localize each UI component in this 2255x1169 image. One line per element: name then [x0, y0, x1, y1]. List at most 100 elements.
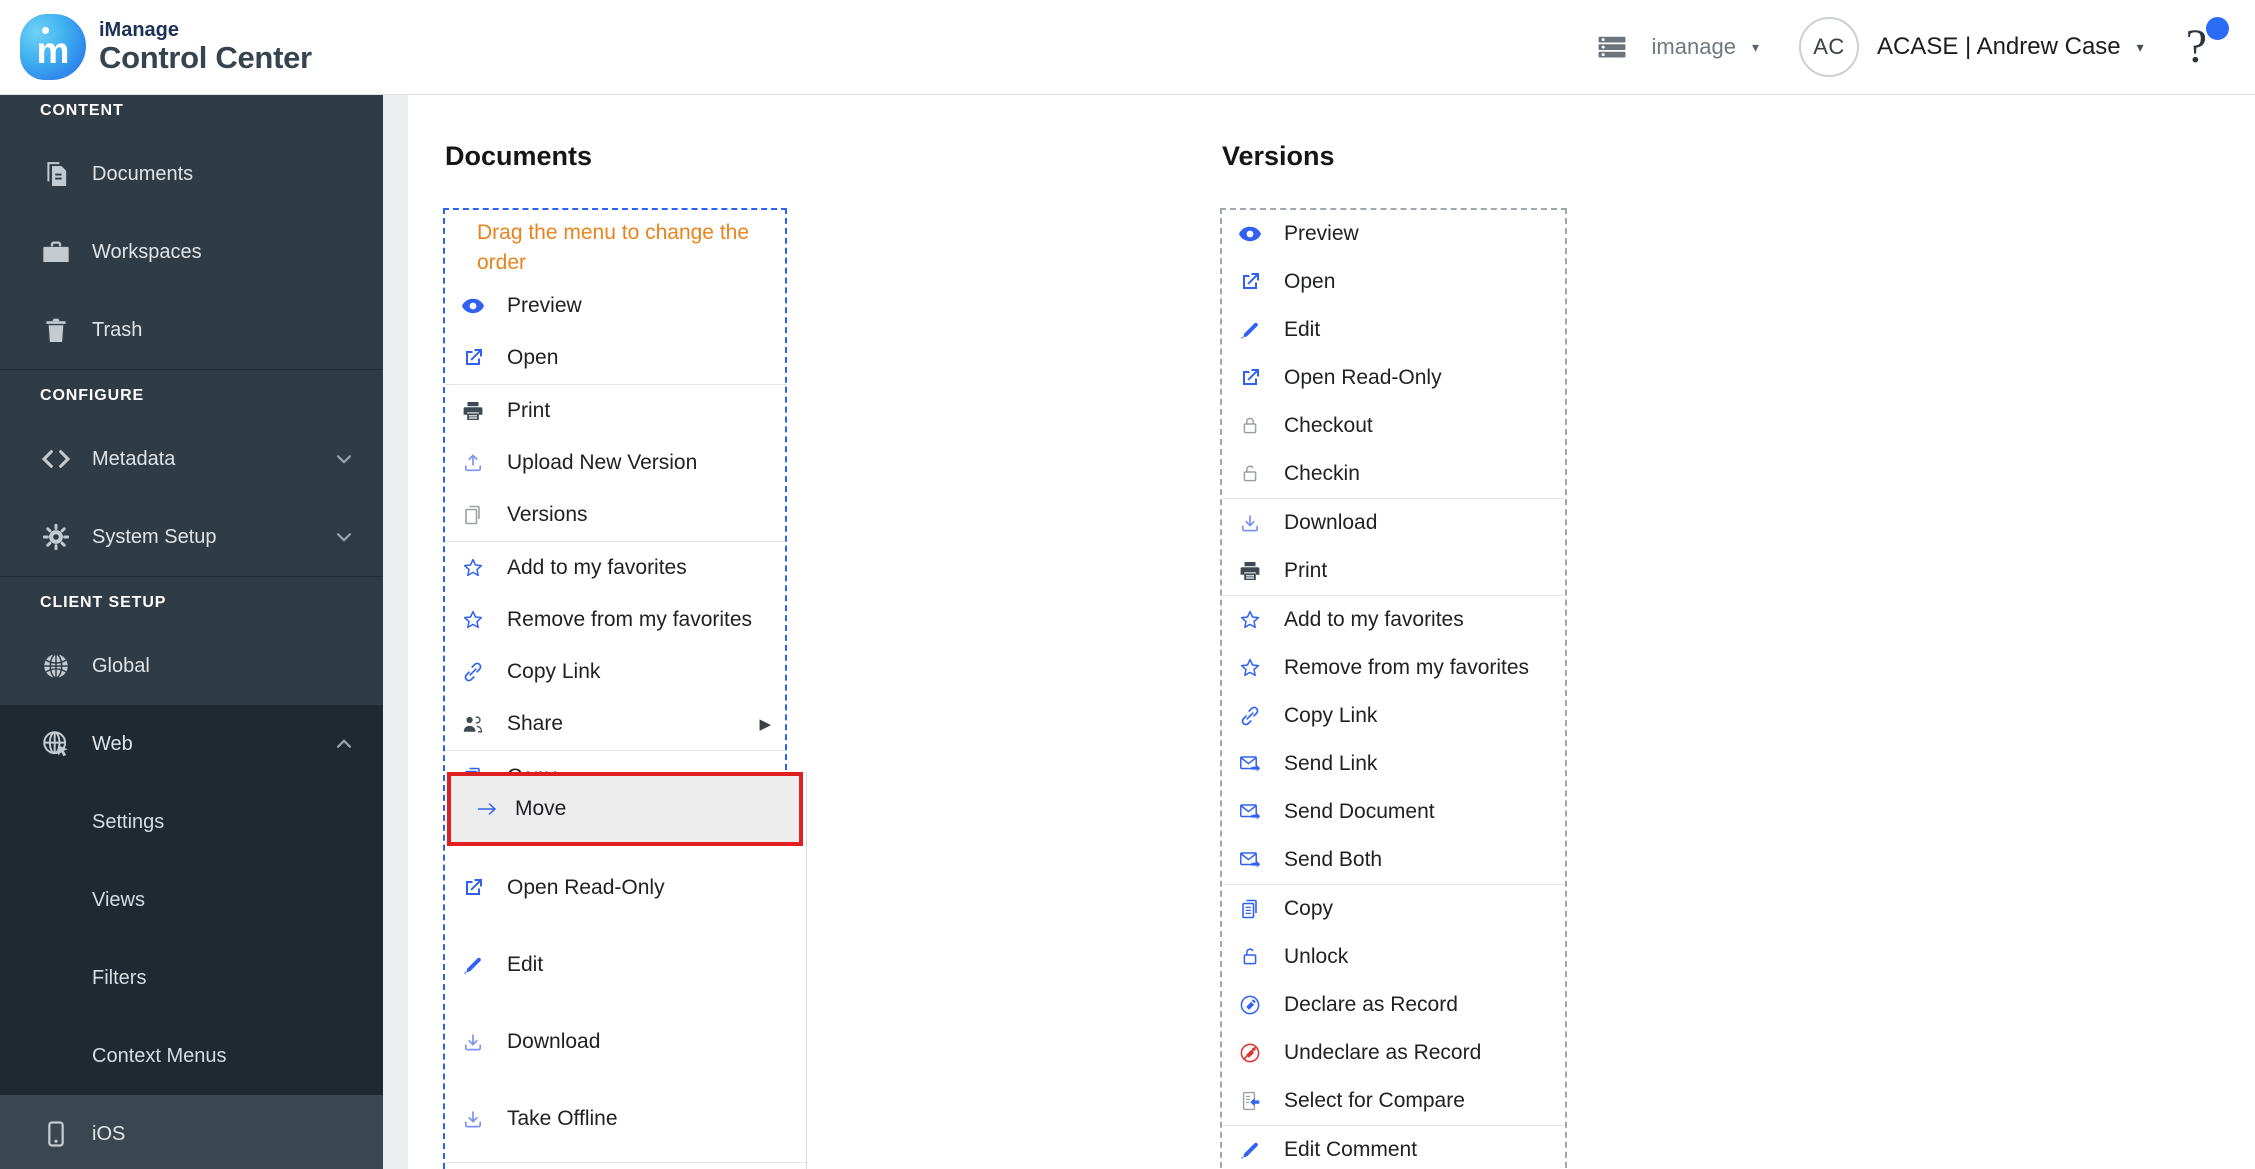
menu-item-label: Checkout	[1284, 414, 1373, 437]
sidebar-item-label: Documents	[92, 162, 194, 185]
menu-item-checkout[interactable]: Checkout	[1222, 402, 1565, 450]
sidebar-item-metadata[interactable]: Metadata	[0, 420, 383, 498]
download-icon	[1238, 511, 1262, 535]
sidebar-subitem-views[interactable]: Views	[0, 861, 383, 939]
section-label: CONFIGURE	[40, 387, 145, 404]
docs-icon	[40, 158, 72, 190]
sidebar-item-workspaces[interactable]: Workspaces	[0, 213, 383, 291]
menu-item-versions[interactable]: Versions	[445, 489, 787, 541]
menu-item-upload-new-version[interactable]: Upload New Version	[445, 437, 787, 489]
sidebar-subitem-label: Views	[92, 888, 145, 911]
sidebar-subitem-settings[interactable]: Settings	[0, 783, 383, 861]
user-name: ACASE | Andrew Case	[1876, 33, 2121, 60]
menu-item-print[interactable]: Print	[445, 385, 787, 437]
menu-item-open[interactable]: Open	[1222, 258, 1565, 306]
submenu-caret-icon: ▶	[759, 716, 771, 733]
notification-dot	[2206, 17, 2229, 40]
sidebar-section-client-setup: CLIENT SETUP Global Web Settings Views Filter…	[0, 577, 383, 1169]
menu-item-label: Select for Compare	[1284, 1089, 1465, 1112]
dragged-menu-item-move[interactable]: Move	[447, 772, 803, 846]
menu-item-send-document[interactable]: Send Document	[1222, 788, 1565, 836]
documents-menu-dropzone[interactable]: Drag the menu to change the order Previe…	[443, 208, 787, 1169]
avatar[interactable]: AC	[1798, 17, 1859, 77]
record-icon	[1238, 993, 1262, 1017]
menu-item-label: Checkin	[1284, 462, 1360, 485]
open-icon	[1238, 270, 1262, 294]
sidebar-item-web[interactable]: Web	[0, 705, 383, 783]
download-icon	[461, 1030, 485, 1054]
menu-item-send-link[interactable]: Send Link	[1222, 740, 1565, 788]
menu-item-preview[interactable]: Preview	[445, 280, 787, 332]
brand-text: iManage Control Center	[99, 19, 312, 75]
menu-item-undeclare-as-record[interactable]: Undeclare as Record	[1222, 1029, 1565, 1077]
menu-item-download[interactable]: Download	[1222, 499, 1565, 547]
print-icon	[1238, 559, 1262, 583]
menu-item-edit[interactable]: Edit	[1222, 306, 1565, 354]
menu-item-remove-from-my-favorites[interactable]: Remove from my favorites	[445, 594, 787, 646]
menu-item-open-read-only[interactable]: Open Read-Only	[1222, 354, 1565, 402]
menu-item-unlock[interactable]: Unlock	[1222, 933, 1565, 981]
sidebar-item-global[interactable]: Global	[0, 627, 383, 705]
header-right: imanage ▾ AC ACASE | Andrew Case ▾ ?	[1594, 17, 2233, 77]
menu-item-declare-as-record[interactable]: Declare as Record	[1222, 981, 1565, 1029]
menu-item-label: Open	[507, 346, 559, 369]
menu-item-copy[interactable]: Copy	[1222, 885, 1565, 933]
menu-item-copy-link[interactable]: Copy Link	[1222, 692, 1565, 740]
menu-item-label: Download	[1284, 511, 1378, 534]
copy-icon	[1238, 897, 1262, 921]
star-icon	[461, 556, 485, 580]
lock-open-icon	[1238, 945, 1262, 969]
menu-item-edit[interactable]: Edit	[445, 926, 787, 1003]
menu-item-add-to-my-favorites[interactable]: Add to my favorites	[1222, 596, 1565, 644]
menu-item-open-read-only[interactable]: Open Read-Only	[445, 849, 787, 926]
sidebar-item-label: Trash	[92, 318, 143, 341]
menu-item-print[interactable]: Print	[1222, 547, 1565, 595]
pencil-icon	[461, 953, 485, 977]
upload-icon	[461, 451, 485, 475]
menu-item-copy-link[interactable]: Copy Link	[445, 646, 787, 698]
menu-item-select-for-compare[interactable]: Select for Compare	[1222, 1077, 1565, 1125]
chevron-down-icon: ▾	[2136, 38, 2144, 55]
sidebar-section-content: CONTENT Documents Workspaces Trash	[0, 95, 383, 369]
menu-item-label: Open Read-Only	[507, 875, 665, 899]
sidebar-section-configure: CONFIGURE Metadata System Setup	[0, 370, 383, 576]
library-switcher[interactable]: imanage ▾	[1652, 34, 1759, 60]
versions-menu-dropzone[interactable]: Preview Open Edit Open Read-Only Checkout Che…	[1220, 208, 1567, 1169]
menu-item-remove-from-my-favorites[interactable]: Remove from my favorites	[1222, 644, 1565, 692]
link-icon	[461, 660, 485, 684]
menu-item-take-offline[interactable]: Take Offline	[445, 1080, 787, 1157]
chevron-up-icon	[333, 733, 355, 755]
menu-item-add-to-my-favorites[interactable]: Add to my favorites	[445, 542, 787, 594]
menu-item-send-both[interactable]: Send Both	[1222, 836, 1565, 884]
menu-item-edit-comment[interactable]: Edit Comment	[1222, 1126, 1565, 1169]
menu-item-preview[interactable]: Preview	[1222, 210, 1565, 258]
mail-icon	[1238, 848, 1262, 872]
sidebar-item-documents[interactable]: Documents	[0, 135, 383, 213]
section-label: CLIENT SETUP	[40, 594, 167, 611]
menu-item-label: Remove from my favorites	[1284, 656, 1530, 679]
menu-item-checkin[interactable]: Checkin	[1222, 450, 1565, 498]
sidebar-item-system-setup[interactable]: System Setup	[0, 498, 383, 576]
menu-item-open[interactable]: Open	[445, 332, 787, 384]
sidebar-item-trash[interactable]: Trash	[0, 291, 383, 369]
app-header: m iManage Control Center imanage ▾ AC AC…	[0, 0, 2255, 95]
imanage-logo-icon: m	[20, 14, 86, 80]
sidebar-item-label: iOS	[92, 1122, 126, 1145]
menu-item-download[interactable]: Download	[445, 1003, 787, 1080]
gear-icon	[40, 521, 72, 553]
help-button[interactable]: ?	[2186, 17, 2229, 71]
sidebar-subitem-filters[interactable]: Filters	[0, 939, 383, 1017]
menu-item-label: Edit	[1284, 318, 1321, 341]
sidebar-item-ios[interactable]: iOS	[0, 1095, 383, 1169]
sidebar-subitem-context-menus[interactable]: Context Menus	[0, 1017, 383, 1095]
menu-item-label: Versions	[507, 503, 588, 526]
menu-item-share[interactable]: Share ▶	[445, 698, 787, 750]
menu-item-label: Copy	[1284, 897, 1334, 920]
versions-menu-list: Preview Open Edit Open Read-Only Checkout Che…	[1222, 210, 1565, 1169]
star-icon	[1238, 608, 1262, 632]
phone-icon	[40, 1118, 72, 1150]
briefcase-icon	[40, 236, 72, 268]
user-menu[interactable]: ACASE | Andrew Case ▾	[1877, 33, 2144, 61]
sidebar-item-label: Global	[92, 654, 150, 677]
drag-hint: Drag the menu to change the order	[477, 221, 750, 274]
